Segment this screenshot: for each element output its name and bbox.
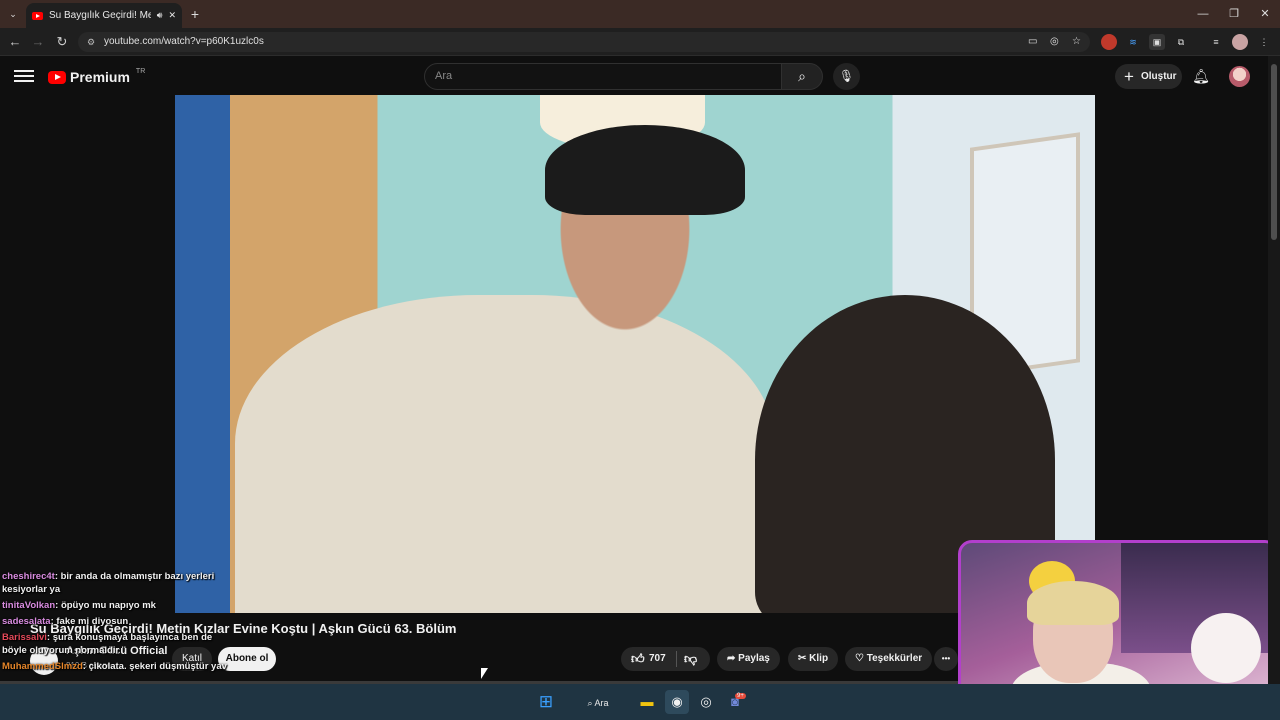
site-info-icon[interactable]: ⚙ <box>87 32 95 52</box>
more-actions-button[interactable]: ••• <box>934 647 958 671</box>
search-icon[interactable]: ⌕ <box>781 63 823 90</box>
bell-icon[interactable]: 🔔︎ <box>1191 66 1211 86</box>
address-bar[interactable]: ⚙ youtube.com/watch?v=p60K1uzlc0s ▭ ◎ ☆ <box>78 32 1090 52</box>
app-taskbar-icon[interactable]: ◎ <box>694 690 718 714</box>
tab-title: Su Baygılık Geçirdi! Metin K <box>49 10 151 21</box>
minimize-button[interactable]: — <box>1186 4 1220 24</box>
thanks-button[interactable]: ♡ Teşekkürler <box>845 647 933 671</box>
create-button[interactable]: + Oluştur <box>1115 64 1182 89</box>
region-code: TR <box>135 67 146 75</box>
back-icon[interactable]: ← <box>5 32 25 52</box>
cast-icon[interactable]: ▭ <box>1028 32 1037 52</box>
cam-plush-white <box>1191 613 1261 683</box>
extension-wave-icon[interactable]: ≋ <box>1125 34 1141 50</box>
page-scrollbar[interactable] <box>1268 56 1280 684</box>
taskbar-search[interactable]: ⌕ Ara <box>576 692 620 714</box>
profile-avatar-icon[interactable] <box>1232 34 1248 50</box>
share-button[interactable]: ➦ Paylaş <box>717 647 780 671</box>
url-text: youtube.com/watch?v=p60K1uzlc0s <box>104 36 264 47</box>
extension-box-icon[interactable]: ▣ <box>1149 34 1165 50</box>
clip-button[interactable]: ✂ Klip <box>788 647 839 671</box>
chat-username: cheshirec4t <box>2 571 55 582</box>
logo-text: Premium <box>70 69 130 85</box>
reload-icon[interactable]: ↻ <box>52 32 72 52</box>
chat-message: tinitaVolkan: öpüyo mu napıyo mk <box>2 599 234 612</box>
speaker-icon[interactable]: 🔊︎ <box>157 10 163 21</box>
share-icon: ➦ <box>727 653 739 664</box>
chrome-menu-icon[interactable]: ⋮ <box>1256 34 1272 50</box>
youtube-play-icon <box>48 70 66 84</box>
taskbar-search-label: Ara <box>594 698 609 708</box>
chat-message: Barissalvi: şura konuşmaya başlayınca be… <box>2 631 234 657</box>
create-label: Oluştur <box>1141 71 1177 82</box>
tab-close-button[interactable]: ✕ <box>168 10 176 21</box>
chat-message: sadesalata: fake mi diyosun <box>2 615 234 628</box>
discord-badge: 9+ <box>735 693 746 699</box>
divider <box>676 651 677 667</box>
media-controls-icon[interactable]: ≡ <box>1208 34 1224 50</box>
chat-username: MuhammedSlmzd <box>2 661 83 672</box>
stream-chat-overlay: cheshirec4t: bir anda da olmamıştır bazı… <box>2 570 234 676</box>
like-dislike-group: 👍︎ 707 👎︎ <box>621 647 710 671</box>
windows-start-icon[interactable]: ⊞ <box>534 690 558 714</box>
plus-icon: + <box>1124 67 1134 86</box>
chat-username: tinitaVolkan <box>2 600 56 611</box>
video-player[interactable] <box>175 95 1095 613</box>
chat-message: cheshirec4t: bir anda da olmamıştır bazı… <box>2 570 234 596</box>
dislike-icon[interactable]: 👎︎ <box>684 647 697 671</box>
mic-icon[interactable]: 🎙︎ <box>833 63 860 90</box>
chat-text: : öpüyo mu napıyo mk <box>55 600 156 611</box>
chat-username: sadesalata <box>2 616 51 627</box>
hamburger-icon[interactable] <box>14 67 34 85</box>
restore-button[interactable]: ❐ <box>1217 4 1251 24</box>
thanks-label: Teşekkürler <box>866 653 923 664</box>
like-icon[interactable]: 👍︎ <box>631 647 645 671</box>
youtube-favicon-icon <box>32 11 43 20</box>
new-tab-button[interactable]: + <box>188 5 202 23</box>
scrollbar-thumb[interactable] <box>1271 64 1277 240</box>
bookmark-star-icon[interactable]: ☆ <box>1072 32 1081 52</box>
active-tab[interactable]: Su Baygılık Geçirdi! Metin K 🔊︎ ✕ <box>26 3 182 28</box>
tab-search-chevron-icon[interactable]: ⌄ <box>6 7 20 21</box>
file-explorer-icon[interactable]: ▬ <box>635 690 659 714</box>
youtube-premium-logo[interactable]: Premium TR <box>48 68 145 86</box>
share-label: Paylaş <box>738 653 770 664</box>
scissors-icon: ✂ <box>798 653 810 664</box>
eye-off-icon[interactable]: ◎ <box>1050 32 1059 52</box>
extensions-puzzle-icon[interactable]: ⧉ <box>1173 34 1189 50</box>
chat-text: : çikolata. şekeri düşmüştür yav <box>82 661 227 672</box>
mouse-cursor <box>481 668 488 679</box>
chat-username: Barissalvi <box>2 632 47 643</box>
clip-label: Klip <box>809 653 829 664</box>
close-window-button[interactable]: ✕ <box>1248 4 1280 24</box>
chat-text: : fake mi diyosun <box>50 616 129 627</box>
user-avatar[interactable] <box>1229 66 1250 87</box>
chat-message: MuhammedSlmzd: çikolata. şekeri düşmüştü… <box>2 660 234 673</box>
chrome-taskbar-icon[interactable]: ◉ <box>665 690 689 714</box>
extension-red-icon[interactable] <box>1101 34 1117 50</box>
like-count[interactable]: 707 <box>649 647 666 671</box>
search-input[interactable]: Ara <box>424 63 782 90</box>
thanks-icon: ♡ <box>855 653 867 664</box>
forward-icon[interactable]: → <box>28 32 48 52</box>
video-hair-shape <box>545 125 745 215</box>
cam-hair <box>1027 581 1119 625</box>
